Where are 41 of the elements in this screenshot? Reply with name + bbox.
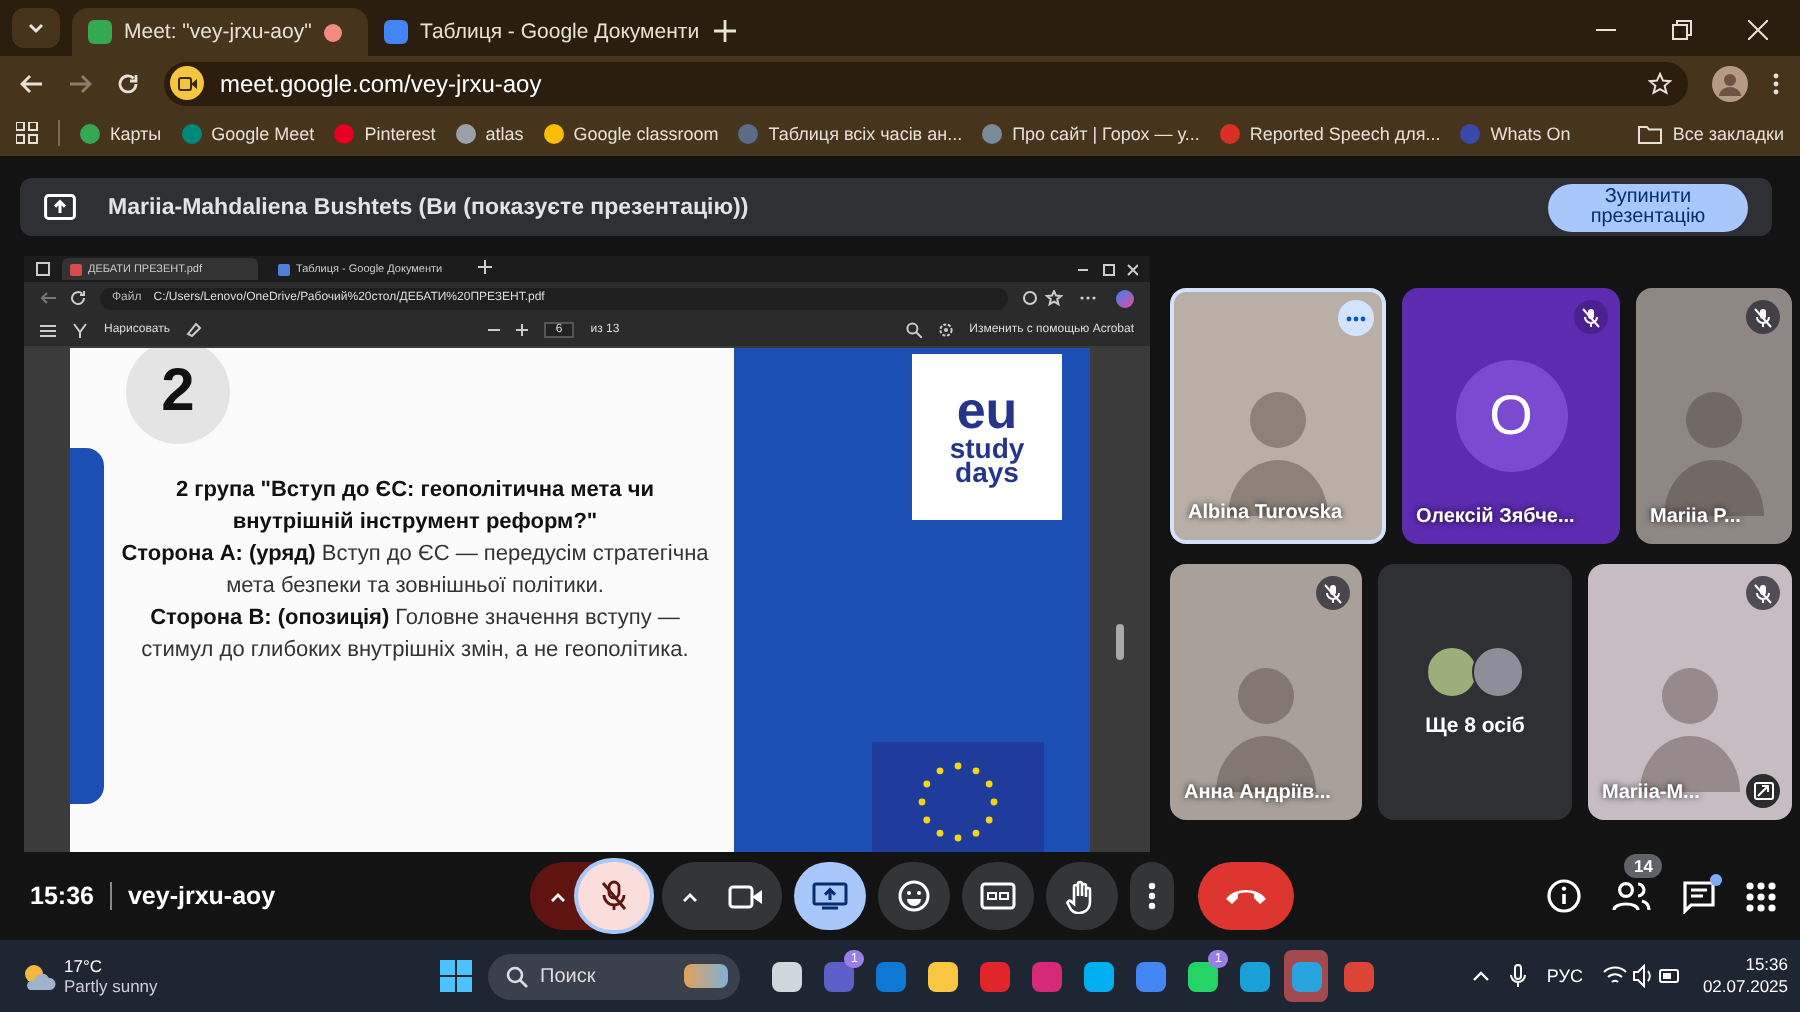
more-participants-tile[interactable]: Ще 8 осіб: [1378, 564, 1572, 820]
more-participants-label: Ще 8 осіб: [1425, 714, 1525, 738]
participant-name: Анна Андріїв...: [1184, 782, 1331, 804]
participant-name: Mariia-M...: [1602, 782, 1700, 804]
participant-tile[interactable]: Albina Turovska: [1170, 288, 1386, 544]
taskbar-search-bar[interactable]: Поиск: [488, 953, 740, 999]
bookmark-link[interactable]: Про сайт | Горох — у...: [982, 123, 1200, 143]
meeting-time: 15:36: [30, 882, 94, 910]
bookmark-link[interactable]: Google classroom: [543, 123, 719, 143]
participant-count-badge: 14: [1624, 854, 1663, 878]
slide-number-badge: 2: [126, 348, 230, 444]
meeting-code: vey-jrxu-aoy: [127, 882, 276, 910]
clock-time: 15:36: [1745, 954, 1788, 976]
slide-heading: 2 група "Вступ до ЄС: геополітична мета чи внутрішній інструмент реформ?": [174, 476, 656, 538]
participant-name: Albina Turovska: [1188, 502, 1343, 524]
participant-tile[interactable]: О Олексій Зябче...: [1402, 288, 1620, 544]
slide-paragraph: Сторона А: (уряд) Вступ до ЄС — передусім стратегічна мета безпеки та зовнішньої політики.: [120, 540, 710, 602]
bookmark-link[interactable]: atlas: [455, 123, 524, 143]
bookmark-link[interactable]: Pinterest: [334, 123, 436, 143]
bookmark-link[interactable]: Whats On: [1460, 123, 1571, 143]
clock-date: 02.07.2025: [1702, 976, 1788, 998]
language-indicator[interactable]: РУС: [1546, 966, 1583, 986]
address-bar[interactable]: meet.google.com/vey-jrxu-aoy: [164, 61, 1688, 105]
bookmark-link[interactable]: Reported Speech для...: [1219, 123, 1441, 143]
participant-name: Олексій Зябче...: [1416, 506, 1575, 528]
bookmark-link[interactable]: Google Meet: [181, 123, 315, 143]
all-bookmarks-link[interactable]: Все закладки: [1638, 123, 1784, 143]
participant-avatar: О: [1455, 360, 1567, 472]
participant-name: Mariia P...: [1650, 506, 1741, 528]
participant-tile[interactable]: Mariia P...: [1636, 288, 1792, 544]
browser-tab[interactable]: Таблиця - Google Документи: [368, 8, 698, 56]
browser-tab[interactable]: Meet: "vey-jrxu-aoy": [72, 8, 368, 56]
weather-label: Partly sunny: [64, 976, 158, 996]
slide-paragraph: Сторона В: (опозиція) Головне значення вступу — стимул до глибоких внутрішніх змін, а не геополітика.: [139, 604, 691, 666]
bookmark-link[interactable]: Таблиця всіх часів ан...: [738, 123, 963, 143]
stop-presenting-button[interactable]: Зупинити презентацію: [1548, 183, 1748, 231]
event-logo: eu study days: [912, 354, 1062, 520]
temperature-label: 17°C: [64, 956, 104, 976]
bookmark-link[interactable]: Карты: [80, 123, 162, 143]
presenting-message: Mariia-Mahdaliena Bushtets (Ви (показуєте презентацію)): [108, 195, 749, 219]
search-input[interactable]: Поиск: [540, 965, 672, 987]
